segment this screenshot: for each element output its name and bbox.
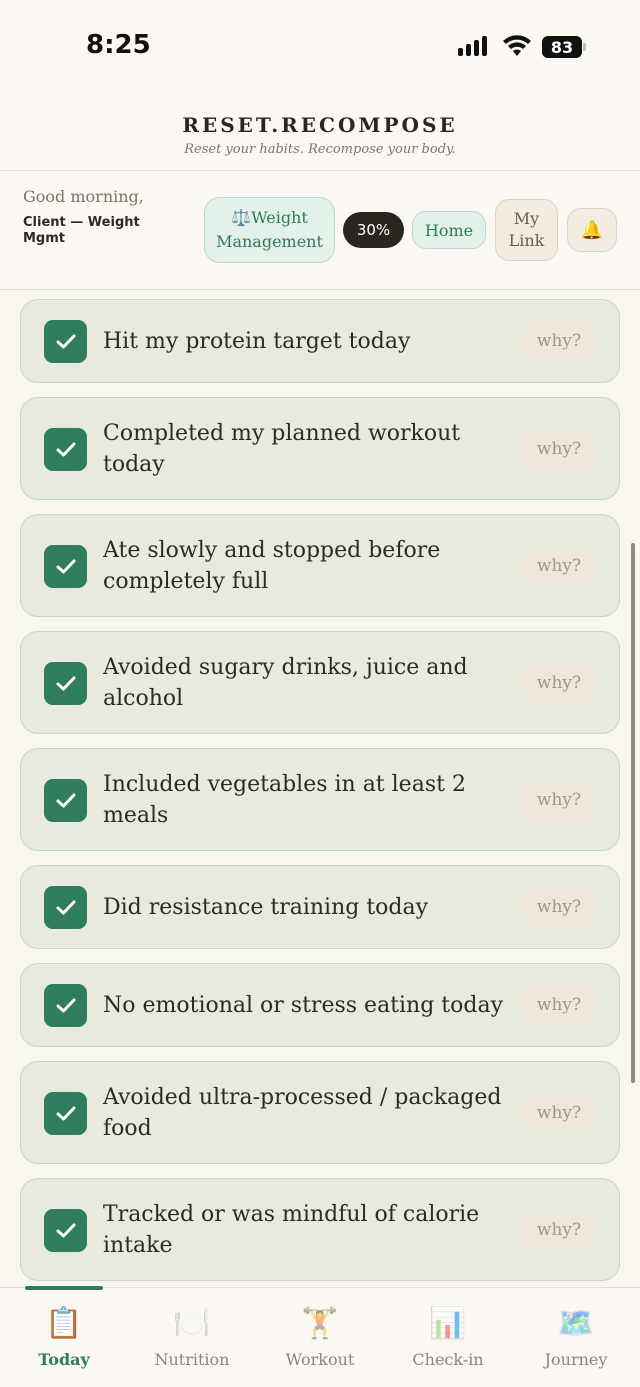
notification-bell-button[interactable]: 🔔 [567,208,617,252]
checkbox-checked-icon[interactable] [44,1092,87,1135]
program-chip[interactable]: ⚖️Weight Management [204,197,335,263]
habit-item[interactable]: No emotional or stress eating today why? [20,963,620,1047]
wifi-icon [503,35,531,56]
why-button[interactable]: why? [523,430,595,468]
why-button[interactable]: why? [523,888,595,926]
nav-label: Journey [544,1350,608,1369]
habit-label: No emotional or stress eating today [103,993,504,1018]
program-label-line1: Weight [251,208,308,227]
why-button[interactable]: why? [523,781,595,819]
checkbox-checked-icon[interactable] [44,779,87,822]
why-button[interactable]: why? [523,322,595,360]
habit-item[interactable]: Hit my protein target today why? [20,299,620,383]
why-button[interactable]: why? [523,547,595,585]
checkbox-checked-icon[interactable] [44,428,87,471]
status-time: 8:25 [86,30,151,60]
status-bar: 8:25 83 [0,0,640,95]
nav-tab-nutrition[interactable]: 🍽️ Nutrition [128,1288,256,1387]
my-link-button[interactable]: My Link [495,199,558,261]
habit-label: Avoided sugary drinks, juice and alcohol [103,655,468,711]
why-button[interactable]: why? [523,1211,595,1249]
checkbox-checked-icon[interactable] [44,886,87,929]
greeting-row: Good morning, Client — Weight Mgmt ⚖️Wei… [0,172,640,290]
cellular-signal-icon [458,36,487,56]
bar-chart-icon: 📊 [429,1306,467,1341]
why-button[interactable]: why? [523,664,595,702]
why-button[interactable]: why? [523,1094,595,1132]
habit-item[interactable]: Ate slowly and stopped before completely… [20,514,620,617]
nav-label: Check-in [412,1350,484,1369]
nav-tab-journey[interactable]: 🗺️ Journey [512,1288,640,1387]
habit-label: Tracked or was mindful of calorie intake [103,1202,480,1258]
habit-item[interactable]: Completed my planned workout today why? [20,397,620,500]
habit-label: Avoided ultra-processed / packaged food [103,1085,502,1141]
habit-item[interactable]: Did resistance training today why? [20,865,620,949]
scale-icon: ⚖️ [231,208,252,227]
brand-title: RESET.RECOMPOSE [182,113,458,137]
my-link-label-line2: Link [508,231,545,250]
scrollbar[interactable] [631,543,635,1083]
battery-icon: 83 [542,36,582,58]
nav-label: Workout [285,1350,355,1369]
brand-tagline: Reset your habits. Recompose your body. [184,142,456,157]
habit-label: Completed my planned workout today [103,421,461,477]
habit-item[interactable]: Tracked or was mindful of calorie intake… [20,1178,620,1281]
client-name: Client — Weight Mgmt [23,215,140,246]
map-icon: 🗺️ [557,1306,595,1341]
bell-icon: 🔔 [580,219,604,241]
bottom-nav: 📋 Today 🍽️ Nutrition 🏋️ Workout 📊 Check-… [0,1286,640,1387]
nav-tab-today[interactable]: 📋 Today [0,1288,128,1387]
checkbox-checked-icon[interactable] [44,984,87,1027]
habit-label: Ate slowly and stopped before completely… [103,538,441,594]
greeting-text: Good morning, [23,187,144,206]
habit-item[interactable]: Avoided ultra-processed / packaged food … [20,1061,620,1164]
habit-label: Hit my protein target today [103,329,411,354]
checkbox-checked-icon[interactable] [44,545,87,588]
checkbox-checked-icon[interactable] [44,1209,87,1252]
plate-icon: 🍽️ [173,1306,211,1341]
habit-item[interactable]: Avoided sugary drinks, juice and alcohol… [20,631,620,734]
brand-header: RESET.RECOMPOSE Reset your habits. Recom… [0,95,640,171]
home-button[interactable]: Home [412,211,486,249]
clipboard-icon: 📋 [45,1306,83,1341]
checkbox-checked-icon[interactable] [44,320,87,363]
nav-tab-workout[interactable]: 🏋️ Workout [256,1288,384,1387]
habit-label: Included vegetables in at least 2 meals [103,772,466,828]
nav-label: Today [38,1350,90,1369]
progress-badge: 30% [343,212,404,248]
habit-item[interactable]: Included vegetables in at least 2 meals … [20,748,620,851]
weightlifter-icon: 🏋️ [301,1306,339,1341]
habit-list[interactable]: Hit my protein target today why? Complet… [0,290,640,1286]
habit-label: Did resistance training today [103,895,429,920]
checkbox-checked-icon[interactable] [44,662,87,705]
nav-tab-check-in[interactable]: 📊 Check-in [384,1288,512,1387]
my-link-label-line1: My [513,209,540,228]
program-label-line2: Management [216,232,323,251]
battery-tip [583,43,586,51]
why-button[interactable]: why? [523,986,595,1024]
nav-label: Nutrition [154,1350,230,1369]
